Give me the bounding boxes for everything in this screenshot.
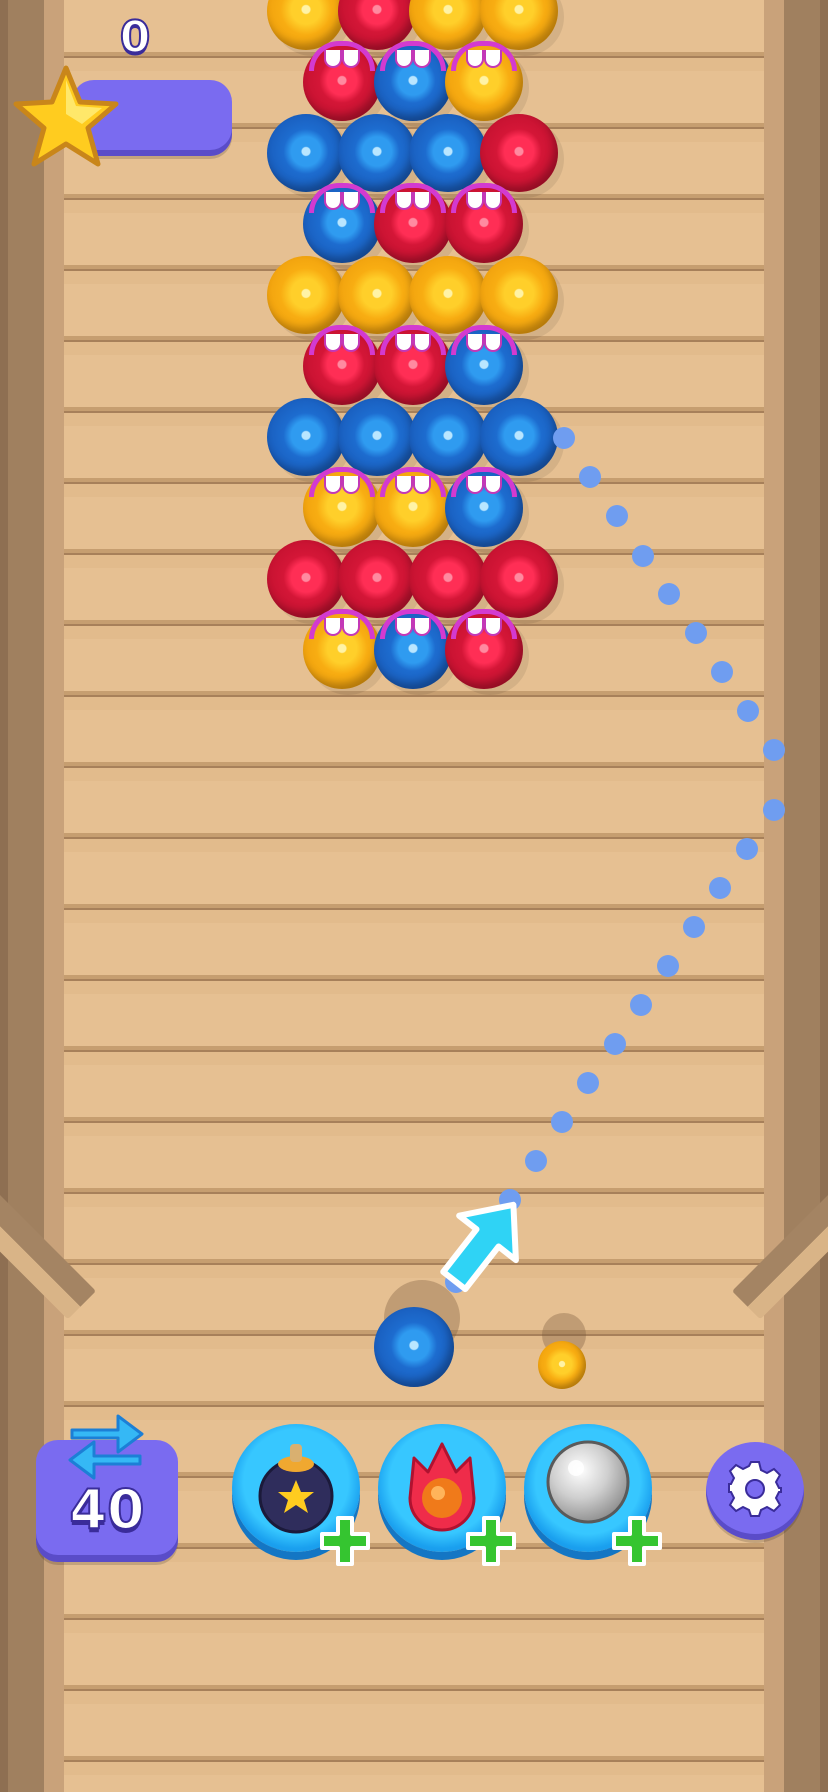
bubble-red-fanged bbox=[445, 609, 523, 689]
bubble-red-fanged bbox=[303, 325, 381, 405]
bubble-blue-fanged bbox=[445, 325, 523, 405]
bubble-yellow bbox=[267, 256, 345, 334]
aim-dot bbox=[657, 955, 679, 977]
bubble-red bbox=[480, 114, 558, 192]
current-ball[interactable] bbox=[374, 1307, 454, 1387]
bubble-blue bbox=[480, 398, 558, 476]
settings-button[interactable] bbox=[706, 1442, 804, 1540]
bubble-red-fanged bbox=[374, 183, 452, 263]
bubble-blue bbox=[338, 398, 416, 476]
aim-dot bbox=[606, 505, 628, 527]
bubble-yellow-fanged bbox=[303, 467, 381, 547]
bubble-blue-fanged bbox=[374, 41, 452, 121]
aim-dot bbox=[604, 1033, 626, 1055]
aim-dot bbox=[658, 583, 680, 605]
right-wall-edge bbox=[820, 0, 828, 1792]
aim-dot bbox=[632, 545, 654, 567]
aim-dot bbox=[711, 661, 733, 683]
bubble-blue bbox=[409, 398, 487, 476]
left-wall-edge bbox=[0, 0, 8, 1792]
bubble-red bbox=[338, 540, 416, 618]
bubble-yellow bbox=[338, 256, 416, 334]
bubble-red bbox=[480, 540, 558, 618]
swap-arrows-icon[interactable] bbox=[66, 1408, 146, 1482]
gear-icon bbox=[728, 1461, 782, 1517]
bubble-yellow bbox=[480, 256, 558, 334]
aim-dot bbox=[683, 916, 705, 938]
powerup-silver-button[interactable] bbox=[524, 1424, 662, 1566]
aim-dot bbox=[736, 838, 758, 860]
bubble-blue bbox=[267, 398, 345, 476]
bubble-blue bbox=[409, 114, 487, 192]
aim-arrow-icon[interactable] bbox=[432, 1190, 532, 1300]
aim-dot bbox=[763, 739, 785, 761]
plus-icon bbox=[320, 1516, 370, 1566]
aim-dot bbox=[737, 700, 759, 722]
powerup-fire-button[interactable] bbox=[378, 1424, 516, 1566]
aim-dot bbox=[685, 622, 707, 644]
bubble-blue bbox=[267, 114, 345, 192]
aim-dot bbox=[577, 1072, 599, 1094]
bubble-blue-fanged bbox=[445, 467, 523, 547]
powerup-bomb-button[interactable] bbox=[232, 1424, 370, 1566]
star-icon bbox=[13, 65, 119, 167]
next-ball[interactable] bbox=[538, 1341, 586, 1389]
plus-icon bbox=[612, 1516, 662, 1566]
bubble-red-fanged bbox=[445, 183, 523, 263]
bubble-yellow-fanged bbox=[303, 609, 381, 689]
aim-dot bbox=[709, 877, 731, 899]
bubble-red-fanged bbox=[374, 325, 452, 405]
bubble-blue bbox=[338, 114, 416, 192]
bubble-red bbox=[267, 540, 345, 618]
score-value: 0 bbox=[119, 11, 152, 64]
aim-dot bbox=[579, 466, 601, 488]
aim-dot bbox=[551, 1111, 573, 1133]
aim-dot bbox=[525, 1150, 547, 1172]
aim-dot bbox=[763, 799, 785, 821]
bubble-blue-fanged bbox=[303, 183, 381, 263]
bubble-red-fanged bbox=[303, 41, 381, 121]
bubble-yellow bbox=[409, 256, 487, 334]
bubble-red bbox=[409, 540, 487, 618]
bubble-yellow-fanged bbox=[445, 41, 523, 121]
bubble-yellow-fanged bbox=[374, 467, 452, 547]
aim-dot bbox=[630, 994, 652, 1016]
plus-icon bbox=[466, 1516, 516, 1566]
aim-dot bbox=[553, 427, 575, 449]
bubble-blue-fanged bbox=[374, 609, 452, 689]
swap-count: 40 bbox=[68, 1477, 145, 1542]
